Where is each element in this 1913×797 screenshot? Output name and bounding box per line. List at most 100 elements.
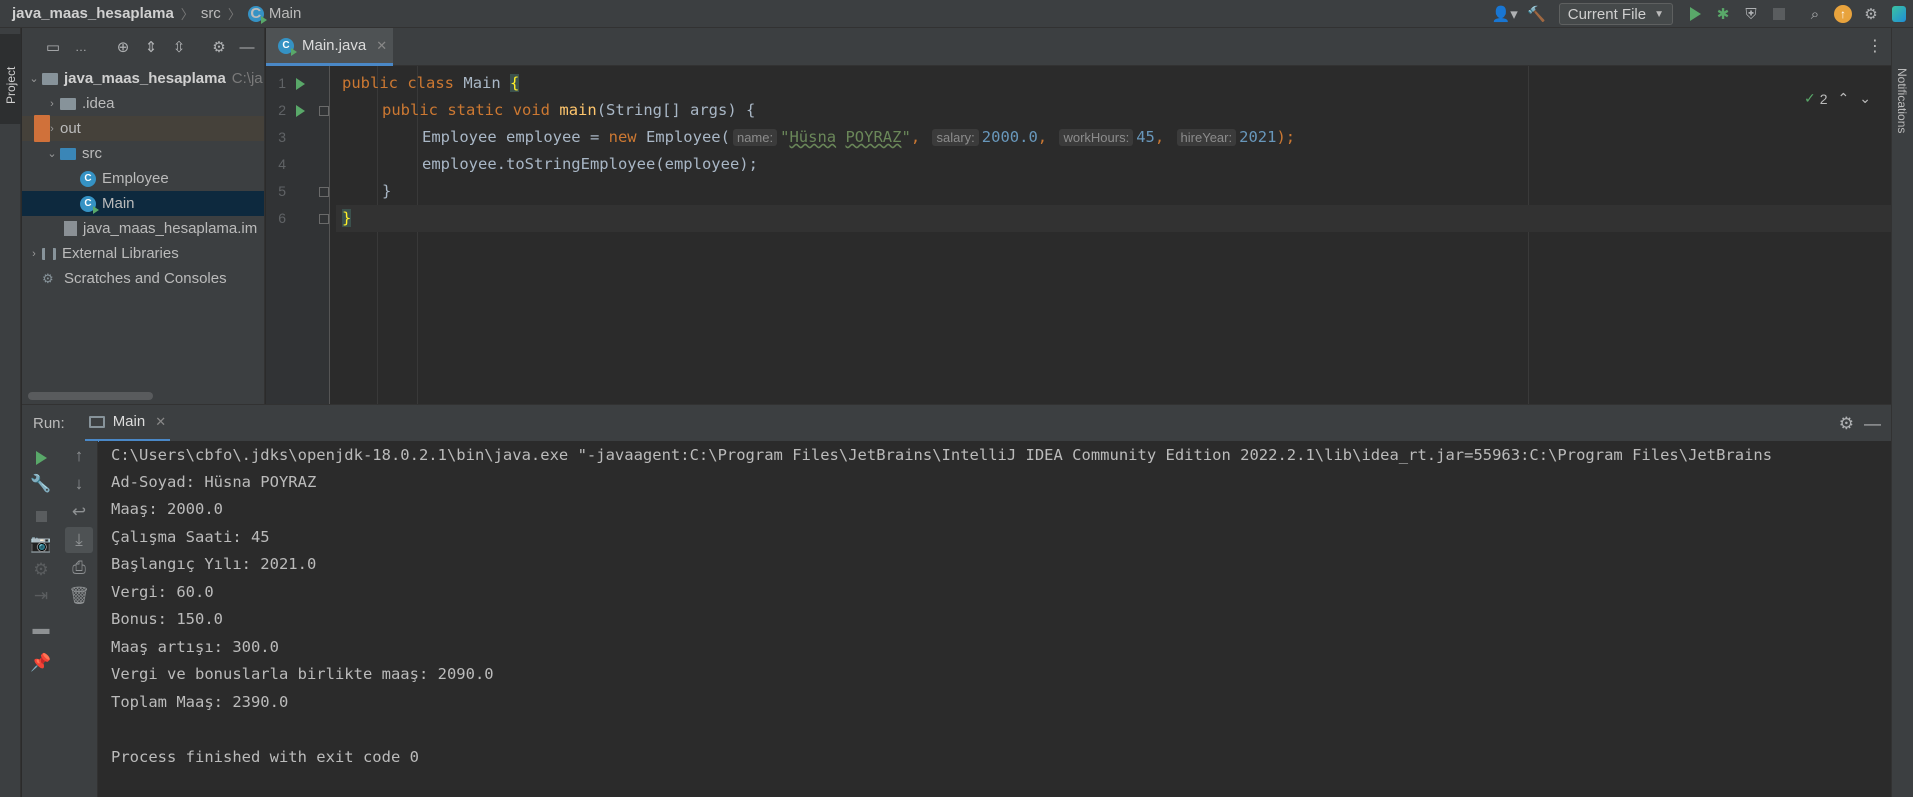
fold-icon[interactable] [319,214,329,224]
line-number: 2 [278,102,286,118]
layout-icon[interactable]: ▬ [22,616,60,642]
update-icon[interactable]: ↑ [1829,0,1857,28]
close-icon[interactable]: ✕ [376,38,387,54]
tab-run-main[interactable]: Main ✕ [84,405,171,442]
scroll-to-end-icon[interactable]: ⤓ [65,527,93,553]
edit-configuration-icon[interactable]: 🔧 [22,471,60,497]
code-line-5: } [382,182,392,200]
tree-item-employee[interactable]: C Employee [22,166,264,191]
chevron-down-icon: ⌄ [47,148,57,160]
jetbrains-logo-icon [1885,0,1913,28]
exit-icon[interactable]: ⇥ [22,583,60,609]
console-line: Ad-Soyad: Hüsna POYRAZ [111,473,317,491]
hide-icon[interactable]: — [1864,414,1881,434]
console-output[interactable]: C:\Users\cbfo\.jdks\openjdk-18.0.2.1\bin… [99,441,1891,797]
console-line: Maaş artışı: 300.0 [111,638,279,656]
arrow-up-icon[interactable]: ↑ [60,443,98,469]
play-icon [35,451,47,465]
run-configuration-label: Current File [1567,5,1647,23]
collapse-all-icon[interactable]: ⇳ [166,33,192,61]
tree-item-scratches[interactable]: ⚙ Scratches and Consoles [22,266,264,291]
arrow-down-icon[interactable]: ↓ [60,471,98,497]
breadcrumb-file[interactable]: Main [269,5,302,22]
settings-dump-icon[interactable]: ⚙ [22,557,60,583]
library-icon [42,247,56,260]
fold-icon[interactable] [319,187,329,197]
run-configuration-select[interactable]: Current File ▼ [1558,3,1673,25]
fold-icon[interactable] [319,106,329,116]
user-icon[interactable]: 👤▾ [1487,0,1523,28]
console-line: Başlangıç Yılı: 2021.0 [111,555,317,573]
tree-item-src[interactable]: ⌄ src [22,141,264,166]
code-line-4: employee.toStringEmployee(employee); [422,155,758,173]
tree-root[interactable]: ⌄ java_maas_hesaplama C:\ja [22,66,264,91]
tab-main-java[interactable]: C Main.java ✕ [266,28,393,66]
chevron-right-icon: › [32,247,36,260]
code-line-1: public class Main { [342,74,520,92]
parameter-hint: workHours: [1059,129,1134,146]
tree-item-main[interactable]: C Main [22,191,264,216]
run-gutter-icon[interactable] [296,105,305,117]
code-line-6: } [336,205,1891,232]
soft-wrap-icon[interactable]: ↩ [60,499,98,525]
hide-icon[interactable]: — [234,33,260,61]
console-line: Bonus: 150.0 [111,610,223,628]
debug-button[interactable]: ✱ [1709,0,1737,28]
pin-icon[interactable]: 📌 [22,650,60,676]
tree-item-label: Employee [102,170,169,187]
stop-button[interactable] [22,503,60,529]
chevron-down-icon: ⌄ [29,73,39,85]
gear-icon[interactable]: ⚙ [1839,414,1854,434]
tree-item-label: out [60,120,81,137]
run-button[interactable] [1681,0,1709,28]
java-class-icon: C [80,170,96,187]
play-icon [1689,7,1701,21]
breadcrumb-project[interactable]: java_maas_hesaplama [12,5,174,22]
project-view-icon[interactable]: ▭ [40,33,66,61]
print-icon[interactable]: ⎙ [60,555,98,581]
rerun-button[interactable] [22,445,60,471]
close-icon[interactable]: ✕ [155,414,166,430]
search-icon[interactable]: ⌕ [1801,0,1829,28]
run-panel-header: Run: Main ✕ ⚙ — [22,404,1891,442]
scratches-icon: ⚙ [42,270,54,286]
parameter-hint: hireYear: [1176,129,1237,146]
horizontal-scrollbar[interactable] [28,392,153,400]
breadcrumb-separator-icon: 〉 [227,7,241,22]
code-area[interactable]: public class Main { public static void m… [336,66,1891,404]
tab-label: Main.java [302,37,367,54]
inspection-widget[interactable]: ✓ 2 ⌃ ⌄ [1804,90,1871,107]
navigation-bar: java_maas_hesaplama 〉 src 〉 C Main 👤▾ 🔨 … [0,0,1913,28]
run-panel-actions: ⚙ — [1839,405,1881,442]
locate-icon[interactable]: ⊕ [110,33,136,61]
notifications-tool-button[interactable]: Notifications [1895,68,1909,133]
chevron-up-icon[interactable]: ⌃ [1838,90,1850,107]
more-options-icon[interactable]: ⋮ [1867,36,1883,56]
run-gutter-icon[interactable] [296,78,305,90]
expand-all-icon[interactable]: ⇕ [138,33,164,61]
breadcrumb-folder[interactable]: src [201,5,221,22]
editor-gutter: 1 2 3 4 5 6 [266,66,330,404]
module-file-icon [64,221,77,236]
camera-icon[interactable]: 📷 [22,531,60,557]
run-toolbar-secondary: ↑ ↓ ↩ ⤓ ⎙ 🗑 [60,441,98,797]
source-folder-icon [60,147,76,160]
java-class-icon: C [247,5,267,24]
project-tree: ⌄ java_maas_hesaplama C:\ja › .idea › ou… [22,66,264,291]
tree-item-idea[interactable]: › .idea [22,91,264,116]
tree-item-external-libraries[interactable]: › External Libraries [22,241,264,266]
build-hammer-icon[interactable]: 🔨 [1523,0,1551,28]
settings-icon[interactable]: ⚙ [1857,0,1885,28]
project-view-dropdown[interactable]: … [68,33,94,61]
tree-item-iml[interactable]: java_maas_hesaplama.im [22,216,264,241]
stop-button[interactable] [1765,0,1793,28]
gear-icon[interactable]: ⚙ [206,33,232,61]
tree-item-label: java_maas_hesaplama.im [83,220,258,237]
stop-icon [1773,8,1785,20]
project-tool-window-button[interactable]: Project [0,34,21,124]
tree-item-out[interactable]: › out [22,115,264,142]
coverage-button[interactable]: ⛨ [1737,0,1765,28]
trash-icon[interactable]: 🗑 [60,583,98,609]
chevron-down-icon[interactable]: ⌄ [1859,90,1871,107]
console-icon [88,415,105,428]
